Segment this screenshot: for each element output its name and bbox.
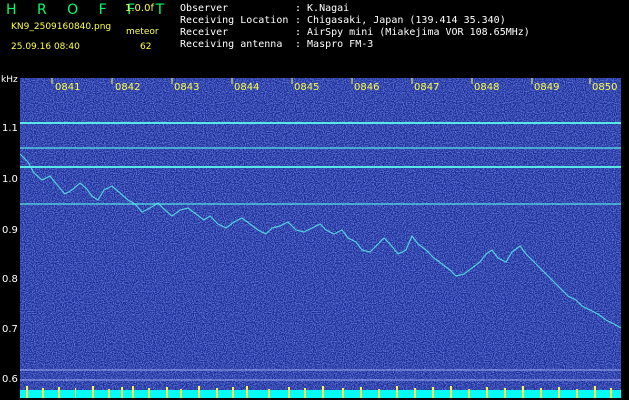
info-key: Receiver [180, 27, 229, 38]
waterfall-noise [20, 78, 621, 398]
x-tick: 0845 [294, 82, 319, 93]
observation-info: Observer : K.Nagai Receiving Location : … [180, 3, 530, 51]
x-tick: 0841 [55, 82, 80, 93]
info-value: : Chigasaki, Japan (139.414 35.340) [295, 15, 506, 26]
info-value: : AirSpy mini (Miakejima VOR 108.65MHz) [295, 27, 530, 38]
meteor-label: meteor [126, 27, 159, 37]
info-row-observer: Observer : K.Nagai [180, 3, 530, 15]
info-value: : K.Nagai [295, 3, 350, 14]
info-key: Receiving antenna [180, 39, 283, 50]
file-name: KN9_2509160840.png [11, 22, 112, 32]
x-tick: 0846 [354, 82, 379, 93]
bottom-level-bar [20, 390, 621, 398]
info-key: Observer [180, 3, 229, 14]
info-value: : Maspro FM-3 [295, 39, 374, 50]
meteor-count: 62 [140, 42, 152, 52]
info-row-antenna: Receiving antenna : Maspro FM-3 [180, 39, 530, 51]
x-tick: 0850 [592, 82, 617, 93]
x-tick: 0842 [115, 82, 140, 93]
y-tick: 0.7 [2, 324, 18, 335]
x-tick: 0848 [474, 82, 499, 93]
y-tick: 1.1 [2, 123, 18, 134]
timestamp: 25.09.16 08:40 [11, 42, 80, 52]
info-key: Receiving Location [180, 15, 289, 26]
y-axis-unit: kHz [1, 75, 18, 85]
y-tick: 0.8 [2, 274, 18, 285]
info-row-location: Receiving Location : Chigasaki, Japan (1… [180, 15, 530, 27]
y-tick: 0.9 [2, 225, 18, 236]
x-tick: 0849 [534, 82, 559, 93]
app-version: 1.0.0f [125, 3, 154, 14]
waterfall-spectrogram: 0841 0842 0843 0844 0845 0846 0847 0848 … [20, 78, 621, 398]
x-tick: 0843 [174, 82, 199, 93]
x-tick: 0847 [414, 82, 439, 93]
y-tick: 1.0 [2, 174, 18, 185]
y-tick: 0.6 [2, 374, 18, 385]
info-row-receiver: Receiver : AirSpy mini (Miakejima VOR 10… [180, 27, 530, 39]
x-tick: 0844 [234, 82, 259, 93]
